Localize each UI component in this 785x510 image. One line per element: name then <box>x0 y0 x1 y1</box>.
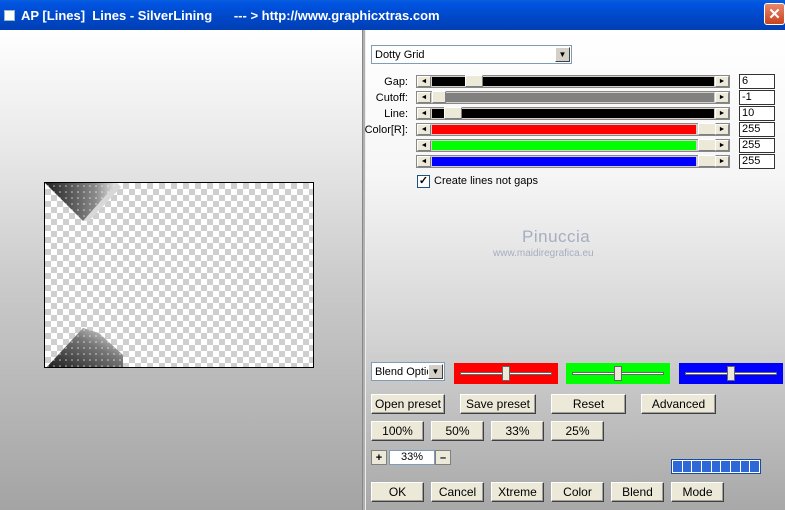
reset-button[interactable]: Reset <box>551 394 626 414</box>
progress-segment <box>740 461 750 472</box>
app-icon <box>4 9 15 21</box>
advanced-button[interactable]: Advanced <box>641 394 716 414</box>
close-button[interactable]: ✕ <box>764 3 785 25</box>
zoom-33-button[interactable]: 33% <box>491 421 544 441</box>
slider-thumb[interactable] <box>502 366 510 381</box>
blend-blue-slider[interactable] <box>679 363 783 384</box>
preview-canvas[interactable] <box>44 182 314 368</box>
color-red-slider[interactable]: ◄ ► <box>416 123 730 136</box>
arrow-right-icon[interactable]: ► <box>715 92 729 103</box>
close-icon: ✕ <box>768 6 781 23</box>
blend-dropdown-value: Blend Optio <box>375 365 428 378</box>
preset-dropdown-value: Dotty Grid <box>375 48 425 61</box>
xtreme-button[interactable]: Xtreme <box>491 482 544 502</box>
progress-segment <box>750 461 760 472</box>
zoom-100-button[interactable]: 100% <box>371 421 424 441</box>
blend-button[interactable]: Blend <box>611 482 664 502</box>
zoom-value-field[interactable]: 33% <box>389 450 435 465</box>
chevron-down-icon[interactable]: ▼ <box>428 364 443 379</box>
param-label: Color[R]: <box>364 124 408 136</box>
mode-button[interactable]: Mode <box>671 482 724 502</box>
save-preset-button[interactable]: Save preset <box>460 394 536 414</box>
zoom-in-button[interactable]: + <box>371 450 387 465</box>
create-lines-checkbox[interactable]: ✓ <box>417 175 430 188</box>
slider-track[interactable] <box>432 141 696 150</box>
param-label: Gap: <box>384 76 408 88</box>
param-label: Cutoff: <box>375 92 408 104</box>
color-blue-slider[interactable]: ◄ ► <box>416 155 730 168</box>
ok-button[interactable]: OK <box>371 482 424 502</box>
preset-dropdown[interactable]: Dotty Grid ▼ <box>371 45 572 64</box>
progress-segment <box>692 461 702 472</box>
slider-thumb[interactable] <box>432 91 446 103</box>
progress-segment <box>721 461 731 472</box>
checkmark-icon: ✓ <box>418 175 429 187</box>
arrow-left-icon[interactable]: ◄ <box>417 92 431 103</box>
arrow-right-icon[interactable]: ► <box>715 124 729 135</box>
slider-thumb[interactable] <box>614 366 622 381</box>
color-button[interactable]: Color <box>551 482 604 502</box>
title-bar: AP [Lines] Lines - SilverLining --- > ht… <box>0 0 785 30</box>
arrow-left-icon[interactable]: ◄ <box>417 124 431 135</box>
zoom-25-button[interactable]: 25% <box>551 421 604 441</box>
arrow-right-icon[interactable]: ► <box>715 140 729 151</box>
slider-track[interactable] <box>432 157 696 166</box>
window-title: AP [Lines] Lines - SilverLining --- > ht… <box>21 7 440 23</box>
slider-track[interactable] <box>432 109 714 118</box>
progress-segment <box>702 461 711 472</box>
slider-thumb[interactable] <box>444 107 462 119</box>
arrow-right-icon[interactable]: ► <box>715 156 729 167</box>
color-red-value[interactable]: 255 <box>739 122 775 137</box>
cutoff-value[interactable]: -1 <box>739 90 775 105</box>
create-lines-label: Create lines not gaps <box>434 175 538 187</box>
arrow-left-icon[interactable]: ◄ <box>417 108 431 119</box>
arrow-left-icon[interactable]: ◄ <box>417 140 431 151</box>
arrow-left-icon[interactable]: ◄ <box>417 76 431 87</box>
slider-thumb[interactable] <box>465 75 483 87</box>
line-value[interactable]: 10 <box>739 106 775 121</box>
arrow-right-icon[interactable]: ► <box>715 108 729 119</box>
blend-green-slider[interactable] <box>566 363 670 384</box>
slider-thumb[interactable] <box>698 139 716 151</box>
zoom-out-button[interactable]: – <box>435 450 451 465</box>
watermark-name: Pinuccia <box>522 227 591 246</box>
gap-value[interactable]: 6 <box>739 74 775 89</box>
color-green-value[interactable]: 255 <box>739 138 775 153</box>
blend-red-slider[interactable] <box>454 363 558 384</box>
progress-segment <box>711 461 721 472</box>
arrow-left-icon[interactable]: ◄ <box>417 156 431 167</box>
blend-dropdown[interactable]: Blend Optio ▼ <box>371 362 445 381</box>
progress-segment <box>673 461 682 472</box>
slider-track[interactable] <box>432 125 696 134</box>
slider-thumb[interactable] <box>727 366 735 381</box>
color-blue-value[interactable]: 255 <box>739 154 775 169</box>
open-preset-button[interactable]: Open preset <box>371 394 445 414</box>
slider-track[interactable] <box>446 93 714 102</box>
arrow-right-icon[interactable]: ► <box>715 76 729 87</box>
watermark-url: www.maidiregrafica.eu <box>493 248 594 259</box>
progress-bar <box>671 459 761 474</box>
gap-slider[interactable]: ◄ ► <box>416 75 730 88</box>
cutoff-slider[interactable]: ◄ ► <box>416 91 730 104</box>
preview-artwork <box>45 183 123 367</box>
slider-thumb[interactable] <box>698 123 716 135</box>
slider-thumb[interactable] <box>698 155 716 167</box>
progress-segment <box>731 461 740 472</box>
param-label: Line: <box>384 108 408 120</box>
line-slider[interactable]: ◄ ► <box>416 107 730 120</box>
progress-segment <box>682 461 692 472</box>
chevron-down-icon[interactable]: ▼ <box>555 47 570 62</box>
color-green-slider[interactable]: ◄ ► <box>416 139 730 152</box>
cancel-button[interactable]: Cancel <box>431 482 484 502</box>
zoom-50-button[interactable]: 50% <box>431 421 484 441</box>
